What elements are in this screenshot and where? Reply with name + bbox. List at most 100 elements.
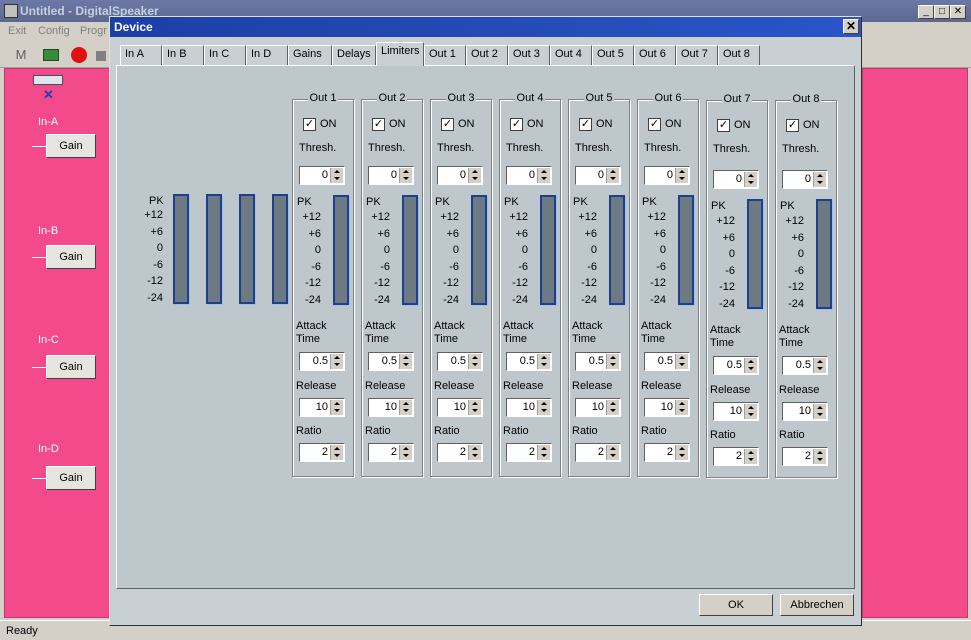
- cancel-button[interactable]: Abbrechen: [780, 594, 854, 616]
- on-checkbox[interactable]: ✓: [372, 118, 385, 131]
- spin-arrows[interactable]: [675, 445, 688, 460]
- spin-arrows[interactable]: [744, 449, 757, 464]
- release-spinner[interactable]: 10: [437, 398, 483, 417]
- spin-arrows[interactable]: [468, 400, 481, 415]
- tab-out-6[interactable]: Out 6: [634, 45, 676, 65]
- tab-in-a[interactable]: In A: [120, 45, 162, 65]
- release-spinner[interactable]: 10: [782, 402, 828, 421]
- on-checkbox[interactable]: ✓: [303, 118, 316, 131]
- release-spinner[interactable]: 10: [368, 398, 414, 417]
- ok-button[interactable]: OK: [699, 594, 773, 616]
- spin-arrows[interactable]: [468, 445, 481, 460]
- release-spinner[interactable]: 10: [644, 398, 690, 417]
- spin-arrows[interactable]: [399, 168, 412, 183]
- spin-arrows[interactable]: [468, 168, 481, 183]
- spin-arrows[interactable]: [606, 445, 619, 460]
- menu-config[interactable]: Config: [38, 25, 70, 37]
- tab-in-d[interactable]: In D: [246, 45, 288, 65]
- release-spinner[interactable]: 10: [506, 398, 552, 417]
- thresh-spinner[interactable]: 0: [782, 170, 828, 189]
- spin-arrows[interactable]: [537, 445, 550, 460]
- gain-button-c[interactable]: Gain: [46, 355, 96, 379]
- ratio-spinner[interactable]: 2: [437, 443, 483, 462]
- spin-arrows[interactable]: [468, 354, 481, 369]
- attack-spinner[interactable]: 0.5: [575, 352, 621, 371]
- minimize-button[interactable]: _: [918, 5, 934, 19]
- tab-in-b[interactable]: In B: [162, 45, 204, 65]
- spin-arrows[interactable]: [330, 354, 343, 369]
- on-checkbox[interactable]: ✓: [510, 118, 523, 131]
- tab-gains[interactable]: Gains: [288, 45, 332, 65]
- spin-arrows[interactable]: [606, 354, 619, 369]
- spin-arrows[interactable]: [330, 445, 343, 460]
- spin-arrows[interactable]: [675, 168, 688, 183]
- spin-arrows[interactable]: [675, 354, 688, 369]
- spin-arrows[interactable]: [537, 168, 550, 183]
- menu-program[interactable]: Progr: [80, 25, 107, 37]
- spin-arrows[interactable]: [813, 172, 826, 187]
- release-spinner[interactable]: 10: [575, 398, 621, 417]
- ratio-spinner[interactable]: 2: [575, 443, 621, 462]
- thresh-spinner[interactable]: 0: [575, 166, 621, 185]
- dialog-close-button[interactable]: ✕: [843, 19, 859, 34]
- record-icon[interactable]: [68, 45, 90, 65]
- ratio-spinner[interactable]: 2: [782, 447, 828, 466]
- attack-spinner[interactable]: 0.5: [368, 352, 414, 371]
- tab-out-4[interactable]: Out 4: [550, 45, 592, 65]
- gain-button-a[interactable]: Gain: [46, 134, 96, 158]
- ratio-spinner[interactable]: 2: [299, 443, 345, 462]
- ratio-spinner[interactable]: 2: [713, 447, 759, 466]
- spin-arrows[interactable]: [399, 445, 412, 460]
- on-checkbox[interactable]: ✓: [579, 118, 592, 131]
- spin-arrows[interactable]: [537, 354, 550, 369]
- thresh-spinner[interactable]: 0: [437, 166, 483, 185]
- attack-spinner[interactable]: 0.5: [299, 352, 345, 371]
- tab-out-3[interactable]: Out 3: [508, 45, 550, 65]
- attack-spinner[interactable]: 0.5: [437, 352, 483, 371]
- attack-spinner[interactable]: 0.5: [644, 352, 690, 371]
- main-close-button[interactable]: ✕: [950, 5, 966, 19]
- ratio-spinner[interactable]: 2: [368, 443, 414, 462]
- menu-exit[interactable]: Exit: [8, 25, 26, 37]
- gain-button-d[interactable]: Gain: [46, 466, 96, 490]
- attack-spinner[interactable]: 0.5: [782, 356, 828, 375]
- thresh-spinner[interactable]: 0: [644, 166, 690, 185]
- release-spinner[interactable]: 10: [713, 402, 759, 421]
- ratio-spinner[interactable]: 2: [644, 443, 690, 462]
- tab-delays[interactable]: Delays: [332, 45, 376, 65]
- attack-spinner[interactable]: 0.5: [506, 352, 552, 371]
- tab-out-2[interactable]: Out 2: [466, 45, 508, 65]
- spin-arrows[interactable]: [744, 172, 757, 187]
- tab-out-8[interactable]: Out 8: [718, 45, 760, 65]
- thresh-spinner[interactable]: 0: [506, 166, 552, 185]
- spin-arrows[interactable]: [330, 400, 343, 415]
- tab-out-5[interactable]: Out 5: [592, 45, 634, 65]
- mono-tool-button[interactable]: M: [10, 45, 32, 65]
- meter-tool-icon[interactable]: [40, 45, 62, 65]
- spin-arrows[interactable]: [330, 168, 343, 183]
- spin-arrows[interactable]: [606, 168, 619, 183]
- maximize-button[interactable]: □: [934, 5, 950, 19]
- release-spinner[interactable]: 10: [299, 398, 345, 417]
- tab-out-1[interactable]: Out 1: [424, 45, 466, 65]
- spin-arrows[interactable]: [813, 404, 826, 419]
- gain-button-b[interactable]: Gain: [46, 245, 96, 269]
- spin-arrows[interactable]: [744, 404, 757, 419]
- spin-arrows[interactable]: [399, 354, 412, 369]
- spin-arrows[interactable]: [399, 400, 412, 415]
- on-checkbox[interactable]: ✓: [786, 119, 799, 132]
- ratio-spinner[interactable]: 2: [506, 443, 552, 462]
- tab-in-c[interactable]: In C: [204, 45, 246, 65]
- thresh-spinner[interactable]: 0: [299, 166, 345, 185]
- tab-limiters[interactable]: Limiters: [376, 42, 424, 66]
- spin-arrows[interactable]: [813, 449, 826, 464]
- spin-arrows[interactable]: [813, 358, 826, 373]
- spin-arrows[interactable]: [675, 400, 688, 415]
- thresh-spinner[interactable]: 0: [713, 170, 759, 189]
- on-checkbox[interactable]: ✓: [441, 118, 454, 131]
- spin-arrows[interactable]: [537, 400, 550, 415]
- spin-arrows[interactable]: [606, 400, 619, 415]
- on-checkbox[interactable]: ✓: [717, 119, 730, 132]
- spin-arrows[interactable]: [744, 358, 757, 373]
- attack-spinner[interactable]: 0.5: [713, 356, 759, 375]
